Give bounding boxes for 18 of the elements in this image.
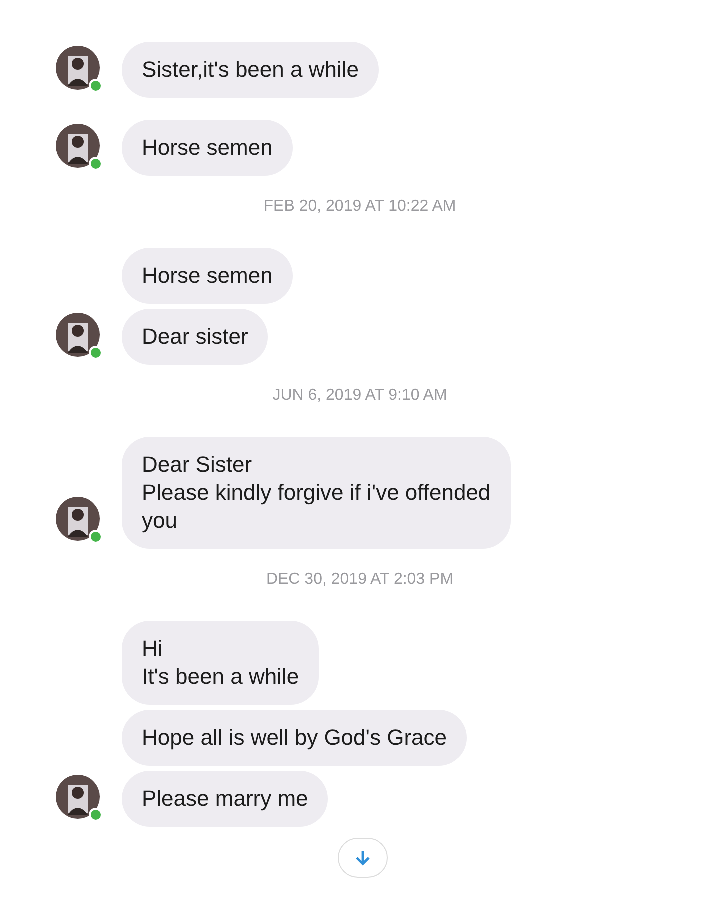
message-bubble: Please marry me	[122, 771, 328, 827]
avatar-icon	[56, 46, 104, 94]
avatar-icon	[56, 775, 104, 823]
message-bubble: Dear sister	[122, 309, 268, 365]
timestamp: FEB 20, 2019 AT 10:22 AM	[262, 198, 458, 216]
timestamp: JUN 6, 2019 AT 9:10 AM	[272, 387, 448, 405]
timestamp: DEC 30, 2019 AT 2:03 PM	[265, 571, 455, 589]
avatar-icon	[56, 313, 104, 361]
avatar-icon	[56, 497, 104, 545]
avatar-icon	[56, 124, 104, 172]
scroll-down-button[interactable]	[338, 838, 388, 878]
message-bubble: Hope all is well by God's Grace	[122, 710, 467, 766]
message-bubble: Horse semen	[122, 248, 293, 304]
down-arrow-icon	[354, 849, 372, 867]
message-bubble: Horse semen	[122, 120, 293, 176]
message-bubble: Sister,it's been a while	[122, 42, 379, 98]
message-bubble: Dear Sister Please kindly forgive if i've offended you	[122, 437, 511, 549]
message-bubble: Hi It's been a while	[122, 621, 320, 705]
